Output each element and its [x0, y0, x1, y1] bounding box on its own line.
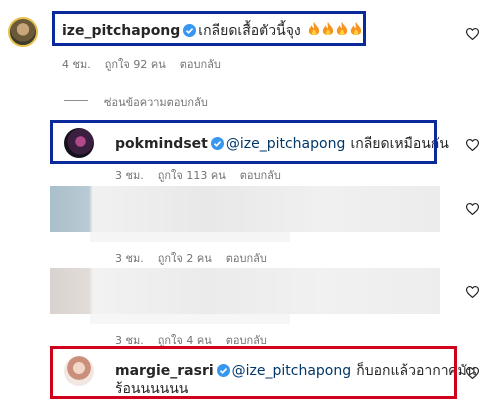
blurred-reply [50, 268, 440, 314]
like-heart-icon[interactable] [466, 139, 479, 151]
like-heart-icon[interactable] [466, 203, 479, 215]
reply-time: 3 ชม. [115, 252, 144, 265]
hide-replies-button[interactable]: ซ่อนข้อความตอบกลับ [104, 93, 208, 111]
hide-replies-line [64, 100, 88, 101]
blurred-reply-lower [90, 314, 290, 324]
highlight-box [50, 120, 437, 164]
reply-button[interactable]: ตอบกลับ [240, 169, 281, 182]
blurred-reply [50, 186, 440, 232]
avatar-ize-pitchapong[interactable] [8, 17, 38, 47]
reply-button[interactable]: ตอบกลับ [180, 58, 221, 71]
like-count[interactable]: ถูกใจ 92 คน [105, 58, 166, 71]
like-count[interactable]: ถูกใจ 2 คน [158, 252, 212, 265]
like-heart-icon[interactable] [466, 28, 479, 40]
blurred-reply-lower [90, 232, 290, 242]
comment-time: 4 ชม. [62, 58, 91, 71]
like-count[interactable]: ถูกใจ 113 คน [158, 169, 226, 182]
like-heart-icon[interactable] [466, 367, 479, 379]
reply-button[interactable]: ตอบกลับ [226, 252, 267, 265]
reply-meta: 3 ชม. ถูกใจ 113 คน ตอบกลับ [115, 166, 295, 184]
reply-meta: 3 ชม. ถูกใจ 2 คน ตอบกลับ [115, 249, 281, 267]
highlight-box [52, 11, 366, 46]
comment-meta: 4 ชม. ถูกใจ 92 คน ตอบกลับ [62, 55, 235, 73]
highlight-box [50, 346, 457, 399]
reply-time: 3 ชม. [115, 169, 144, 182]
like-heart-icon[interactable] [466, 286, 479, 298]
